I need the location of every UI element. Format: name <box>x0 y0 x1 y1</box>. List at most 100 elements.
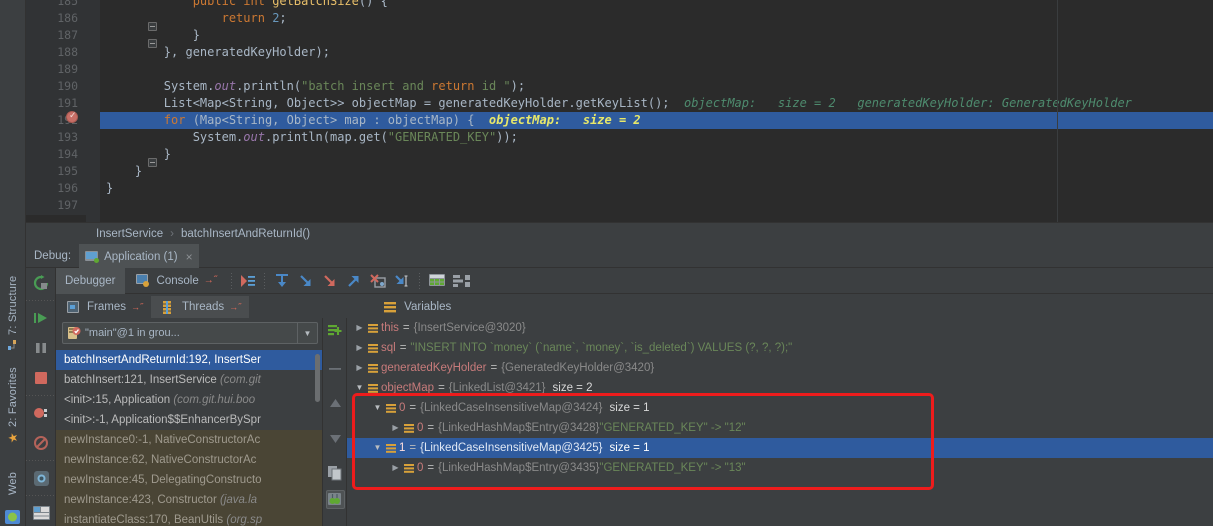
tab-threads[interactable]: Threads →˝ <box>151 296 249 318</box>
code-line[interactable] <box>100 197 1213 214</box>
application-icon <box>85 251 99 263</box>
code-line[interactable]: List<Map<String, Object>> objectMap = ge… <box>100 95 1213 112</box>
code-line[interactable]: } <box>100 27 1213 44</box>
remove-watch-icon[interactable] <box>323 358 347 380</box>
frame-list-item[interactable]: <init>:15, Application (com.git.hui.boo <box>56 390 322 410</box>
frame-list-item[interactable]: newInstance0:-1, NativeConstructorAc <box>56 430 322 450</box>
variable-row[interactable]: ▶0 = {LinkedHashMap$Entry@3428} "GENERAT… <box>347 418 1213 438</box>
frame-list-item[interactable]: <init>:-1, Application$$EnhancerBySpr <box>56 410 322 430</box>
evaluate-expression-icon[interactable] <box>425 272 449 290</box>
code-line[interactable]: } <box>100 180 1213 197</box>
resume-program-icon[interactable] <box>26 303 56 333</box>
variables-icon <box>384 444 399 453</box>
tree-toggle-icon[interactable]: ▼ <box>371 398 384 418</box>
editor-gutter[interactable]: 185186187188189190191192193194195196197 <box>26 0 86 215</box>
variable-row[interactable]: ▼objectMap = {LinkedList@3421}size = 2 <box>347 378 1213 398</box>
breadcrumb-separator-icon: › <box>170 228 174 240</box>
frame-list-item[interactable]: newInstance:423, Constructor (java.la <box>56 490 322 510</box>
thread-selector[interactable]: "main"@1 in grou... ▼ <box>62 322 318 344</box>
step-out-icon[interactable] <box>342 272 366 290</box>
get-thread-dump-icon[interactable] <box>26 463 56 493</box>
tree-toggle-icon[interactable]: ▼ <box>371 438 384 458</box>
step-into-icon[interactable] <box>294 272 318 290</box>
pin-icon[interactable]: →˝ <box>204 275 217 286</box>
breakpoint-icon[interactable] <box>66 111 78 123</box>
tree-toggle-icon[interactable]: ▼ <box>353 378 366 398</box>
line-number: 196 <box>26 180 86 197</box>
breadcrumb-class[interactable]: InsertService <box>96 228 163 240</box>
add-watch-icon[interactable] <box>323 320 347 342</box>
code-line[interactable]: System.out.println(map.get("GENERATED_KE… <box>100 129 1213 146</box>
run-configuration-name: Application (1) <box>104 251 178 263</box>
tab-debugger[interactable]: Debugger <box>56 268 125 294</box>
copy-value-icon[interactable] <box>323 462 347 484</box>
run-to-cursor-icon[interactable] <box>390 272 414 290</box>
tab-console[interactable]: Console →˝ <box>125 268 227 294</box>
show-execution-point-icon[interactable] <box>237 272 259 290</box>
intellij-debugger-window: 7: Structure ★ 2: Favorites Web <box>0 0 1213 526</box>
frame-list-item[interactable]: batchInsert:121, InsertService (com.git <box>56 370 322 390</box>
drop-frame-icon[interactable] <box>366 272 390 290</box>
variable-row[interactable]: ▶generatedKeyHolder = {GeneratedKeyHolde… <box>347 358 1213 378</box>
step-over-icon[interactable] <box>270 272 294 290</box>
tab-threads-label: Threads <box>182 301 224 313</box>
code-line[interactable]: System.out.println("batch insert and ret… <box>100 78 1213 95</box>
code-line[interactable]: for (Map<String, Object> map : objectMap… <box>100 112 1213 129</box>
variable-row[interactable]: ▼1 = {LinkedCaseInsensitiveMap@3425}size… <box>347 438 1213 458</box>
line-number: 188 <box>26 44 86 61</box>
mute-breakpoints-icon[interactable] <box>26 428 56 458</box>
move-up-icon[interactable] <box>323 392 347 414</box>
code-line[interactable]: }, generatedKeyHolder); <box>100 44 1213 61</box>
frame-list-item[interactable]: newInstance:62, NativeConstructorAc <box>56 450 322 470</box>
variable-row[interactable]: ▶this = {InsertService@3020} <box>347 318 1213 338</box>
variable-equals: = <box>399 318 414 338</box>
variable-equals: = <box>405 438 420 458</box>
restore-layout-icon[interactable] <box>26 498 56 526</box>
force-step-into-icon[interactable] <box>318 272 342 290</box>
tree-toggle-icon[interactable]: ▶ <box>353 358 366 378</box>
frames-panel: "main"@1 in grou... ▼ batchInsertAndRetu… <box>56 318 323 526</box>
code-line[interactable] <box>100 61 1213 78</box>
variable-row[interactable]: ▶0 = {LinkedHashMap$Entry@3435} "GENERAT… <box>347 458 1213 478</box>
tree-toggle-icon[interactable]: ▶ <box>353 318 366 338</box>
tab-variables[interactable]: Variables <box>373 296 459 318</box>
pause-program-icon[interactable] <box>26 333 56 363</box>
tree-toggle-icon[interactable]: ▶ <box>389 458 402 478</box>
frames-scrollbar[interactable] <box>315 354 320 402</box>
tree-toggle-icon[interactable]: ▶ <box>389 418 402 438</box>
pin-icon[interactable]: →˝ <box>131 302 143 312</box>
breadcrumb-method[interactable]: batchInsertAndReturnId() <box>181 228 310 240</box>
variables-panel[interactable]: ▶this = {InsertService@3020}▶sql = "INSE… <box>347 318 1213 526</box>
frame-list-item[interactable]: newInstance:45, DelegatingConstructo <box>56 470 322 490</box>
pin-icon[interactable]: →˝ <box>229 302 241 312</box>
code-line[interactable]: public int getBatchSize() { <box>100 0 1213 10</box>
frame-list-item[interactable]: batchInsertAndReturnId:192, InsertSer <box>56 350 322 370</box>
tab-frames-label: Frames <box>87 301 126 313</box>
stop-icon[interactable] <box>26 363 56 393</box>
code-line[interactable]: } <box>100 163 1213 180</box>
code-editor[interactable]: 185186187188189190191192193194195196197 … <box>26 0 1213 222</box>
sidebar-item-structure[interactable]: 7: Structure <box>0 270 26 356</box>
frames-list[interactable]: batchInsertAndReturnId:192, InsertSerbat… <box>56 350 322 526</box>
close-icon[interactable]: × <box>186 250 193 264</box>
chevron-down-icon[interactable]: ▼ <box>297 323 317 343</box>
tree-toggle-icon[interactable]: ▶ <box>353 338 366 358</box>
sidebar-item-web[interactable]: Web <box>0 460 26 506</box>
tab-frames[interactable]: Frames →˝ <box>56 296 151 318</box>
variable-row[interactable]: ▶sql = "INSERT INTO `money` (`name`, `mo… <box>347 338 1213 358</box>
sidebar-item-favorites[interactable]: ★ 2: Favorites <box>0 362 26 450</box>
line-number: 187 <box>26 27 86 44</box>
code-line[interactable]: return 2; <box>100 10 1213 27</box>
view-breakpoints-icon[interactable] <box>26 398 56 428</box>
variable-row[interactable]: ▼0 = {LinkedCaseInsensitiveMap@3424}size… <box>347 398 1213 418</box>
inspect-icon[interactable] <box>323 488 347 510</box>
editor-fold-column[interactable] <box>86 0 100 222</box>
run-configuration-tab[interactable]: Application (1) × <box>79 244 199 268</box>
layout-settings-icon[interactable] <box>449 272 473 290</box>
frame-list-item[interactable]: instantiateClass:170, BeanUtils (org.sp <box>56 510 322 526</box>
breadcrumb[interactable]: InsertService › batchInsertAndReturnId() <box>26 222 1213 244</box>
move-down-icon[interactable] <box>323 428 347 450</box>
editor-code-area[interactable]: public int getBatchSize() { return 2; } … <box>100 0 1213 215</box>
code-line[interactable]: } <box>100 146 1213 163</box>
rerun-icon[interactable] <box>26 268 56 298</box>
